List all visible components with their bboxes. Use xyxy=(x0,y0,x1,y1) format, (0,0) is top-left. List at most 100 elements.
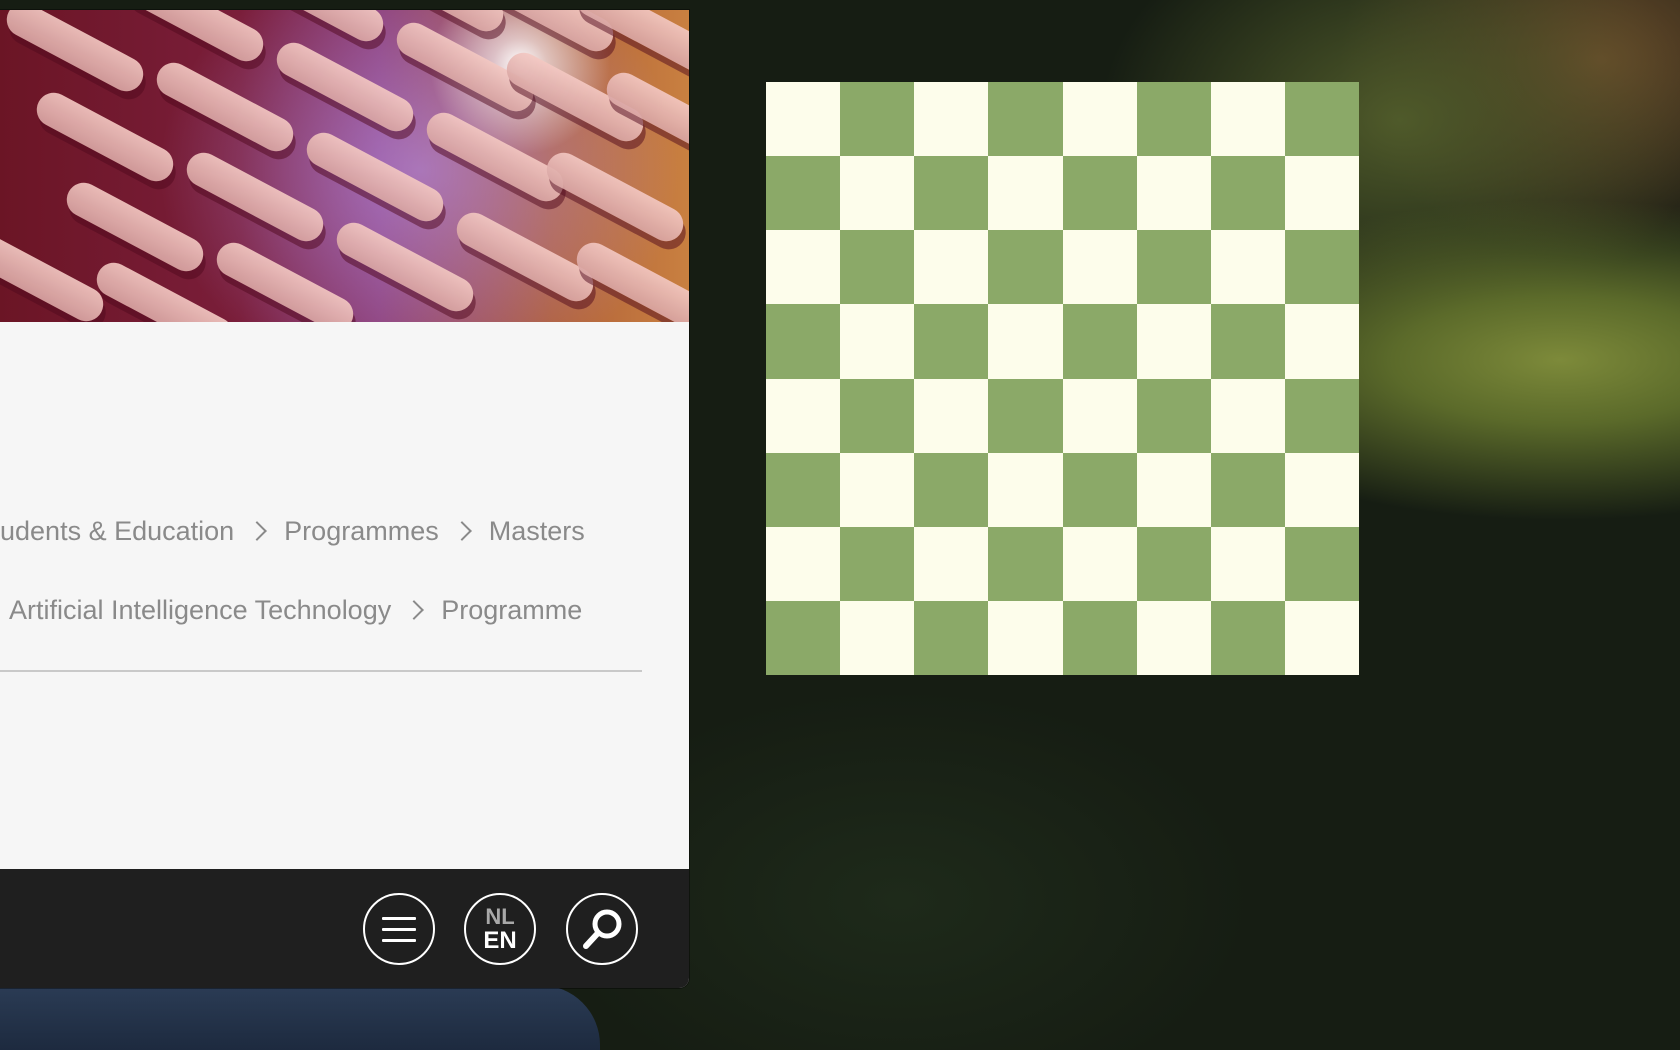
chess-square[interactable] xyxy=(766,304,841,379)
breadcrumb: udents & Education Programmes Masters xyxy=(0,511,585,551)
breadcrumb-item-programmes[interactable]: Programmes xyxy=(284,516,439,547)
chess-square[interactable] xyxy=(1062,600,1137,675)
search-button[interactable] xyxy=(566,893,638,965)
chess-square[interactable] xyxy=(1136,230,1211,305)
hero-pattern-shape xyxy=(210,236,360,322)
page-content: udents & Education Programmes Masters Ar… xyxy=(0,322,689,870)
chess-square[interactable] xyxy=(988,230,1063,305)
chess-square[interactable] xyxy=(1062,304,1137,379)
chess-square[interactable] xyxy=(1284,378,1359,453)
chess-square[interactable] xyxy=(1136,156,1211,231)
language-switch-button[interactable]: NL EN xyxy=(464,893,536,965)
chess-square[interactable] xyxy=(988,452,1063,527)
chess-square[interactable] xyxy=(1136,304,1211,379)
search-icon xyxy=(583,909,622,949)
chess-square[interactable] xyxy=(840,156,915,231)
hero-pattern-shape xyxy=(0,226,110,322)
chess-square[interactable] xyxy=(1136,526,1211,601)
chess-square[interactable] xyxy=(1062,156,1137,231)
chess-square[interactable] xyxy=(1136,600,1211,675)
chess-square[interactable] xyxy=(1136,82,1211,157)
chess-square[interactable] xyxy=(766,378,841,453)
chess-square[interactable] xyxy=(766,230,841,305)
chess-square[interactable] xyxy=(1210,304,1285,379)
chess-square[interactable] xyxy=(1062,82,1137,157)
chess-square[interactable] xyxy=(1062,452,1137,527)
chevron-right-icon xyxy=(404,600,425,620)
breadcrumb-item-ai-technology[interactable]: Artificial Intelligence Technology xyxy=(9,595,391,626)
chess-square[interactable] xyxy=(914,600,989,675)
chess-square[interactable] xyxy=(914,230,989,305)
chess-square[interactable] xyxy=(988,304,1063,379)
chess-square[interactable] xyxy=(1210,452,1285,527)
chess-square[interactable] xyxy=(1284,304,1359,379)
chess-square[interactable] xyxy=(988,600,1063,675)
hero-pattern-shape xyxy=(180,146,330,248)
chess-square[interactable] xyxy=(840,304,915,379)
chess-square[interactable] xyxy=(840,82,915,157)
chess-square[interactable] xyxy=(766,82,841,157)
chess-square[interactable] xyxy=(1062,526,1137,601)
chess-square[interactable] xyxy=(1136,452,1211,527)
hero-pattern-shape xyxy=(0,10,150,98)
chess-square[interactable] xyxy=(914,452,989,527)
chess-square[interactable] xyxy=(1284,526,1359,601)
chess-square[interactable] xyxy=(1210,526,1285,601)
wallpaper-water xyxy=(0,985,600,1050)
chess-square[interactable] xyxy=(1136,378,1211,453)
chess-square[interactable] xyxy=(1284,452,1359,527)
hero-pattern-shape xyxy=(120,10,270,68)
breadcrumb-divider xyxy=(0,670,642,672)
breadcrumb-item-masters[interactable]: Masters xyxy=(489,516,585,547)
chess-square[interactable] xyxy=(1284,82,1359,157)
chess-square[interactable] xyxy=(840,526,915,601)
chess-square[interactable] xyxy=(766,526,841,601)
chess-square[interactable] xyxy=(840,600,915,675)
hero-banner-image xyxy=(0,10,689,322)
chess-square[interactable] xyxy=(1062,230,1137,305)
hero-pattern-shape xyxy=(420,106,570,208)
chevron-right-icon xyxy=(451,521,472,541)
hero-pattern-shape xyxy=(540,146,689,248)
breadcrumb-item-programme: Programme xyxy=(441,594,583,625)
chess-square[interactable] xyxy=(1210,230,1285,305)
hero-pattern-shape xyxy=(30,86,180,188)
breadcrumb-row-2: Artificial Intelligence Technology Progr… xyxy=(9,590,582,630)
chess-square[interactable] xyxy=(1284,600,1359,675)
chess-square[interactable] xyxy=(1062,378,1137,453)
hero-pattern-shape xyxy=(300,126,450,228)
chess-square[interactable] xyxy=(840,378,915,453)
chevron-right-icon xyxy=(247,521,268,541)
chess-square[interactable] xyxy=(1210,600,1285,675)
chess-square[interactable] xyxy=(840,452,915,527)
hero-pattern-shape xyxy=(270,36,420,138)
hamburger-menu-icon xyxy=(382,917,416,942)
chessboard[interactable] xyxy=(766,82,1359,675)
menu-button[interactable] xyxy=(363,893,435,965)
chess-square[interactable] xyxy=(1210,378,1285,453)
chess-square[interactable] xyxy=(914,82,989,157)
chess-square[interactable] xyxy=(988,526,1063,601)
chess-square[interactable] xyxy=(766,452,841,527)
chess-square[interactable] xyxy=(840,230,915,305)
chess-square[interactable] xyxy=(988,156,1063,231)
chess-square[interactable] xyxy=(766,156,841,231)
chess-square[interactable] xyxy=(988,378,1063,453)
language-option-nl[interactable]: NL xyxy=(483,905,516,929)
chess-square[interactable] xyxy=(914,304,989,379)
browser-window: udents & Education Programmes Masters Ar… xyxy=(0,10,689,988)
chess-square[interactable] xyxy=(914,526,989,601)
chess-square[interactable] xyxy=(766,600,841,675)
chess-square[interactable] xyxy=(1284,230,1359,305)
hero-pattern-shape xyxy=(150,56,300,158)
chess-square[interactable] xyxy=(914,378,989,453)
chess-square[interactable] xyxy=(914,156,989,231)
breadcrumb-item-students-education[interactable]: udents & Education xyxy=(0,516,234,547)
chess-square[interactable] xyxy=(1284,156,1359,231)
chess-square[interactable] xyxy=(988,82,1063,157)
bottom-toolbar: NL EN xyxy=(0,869,689,988)
hero-pattern-shape xyxy=(60,176,210,278)
language-option-en[interactable]: EN xyxy=(483,929,516,953)
chess-square[interactable] xyxy=(1210,156,1285,231)
chess-square[interactable] xyxy=(1210,82,1285,157)
